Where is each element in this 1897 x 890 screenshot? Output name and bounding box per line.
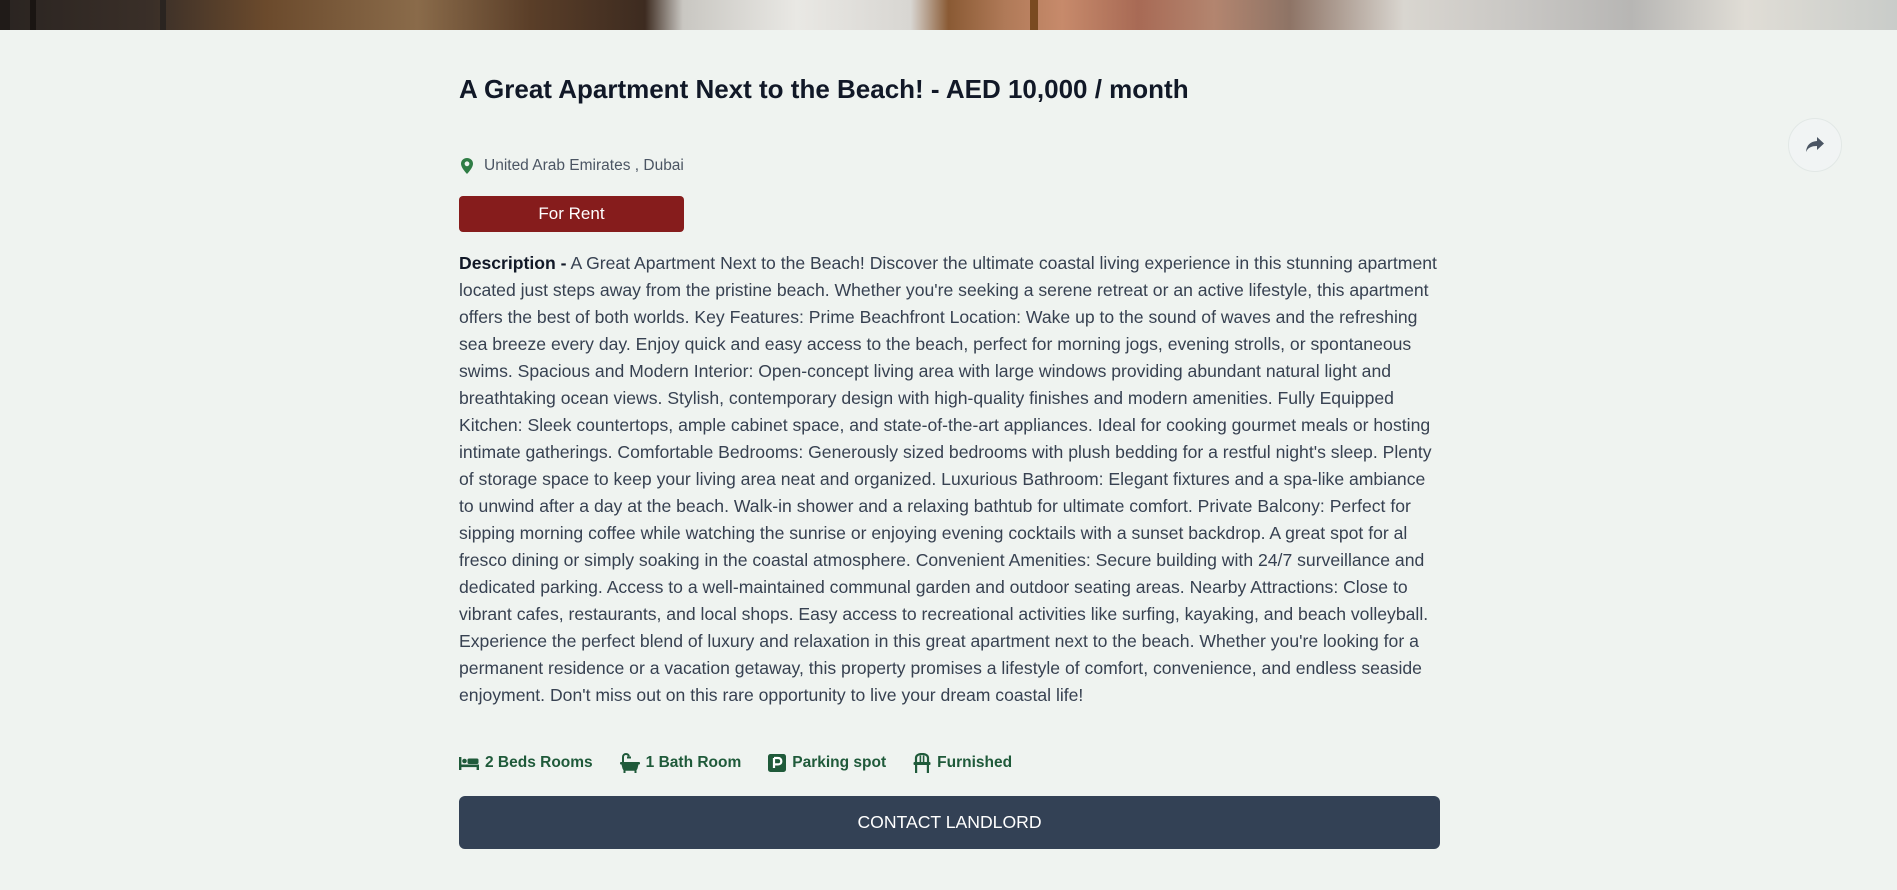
description: Description - A Great Apartment Next to … [459, 250, 1440, 709]
feature-bath: 1 Bath Room [619, 753, 742, 773]
hero-image [0, 0, 1897, 30]
location-text: United Arab Emirates , Dubai [484, 157, 684, 174]
location: United Arab Emirates , Dubai [459, 157, 684, 175]
feature-beds: 2 Beds Rooms [459, 754, 593, 772]
description-text: A Great Apartment Next to the Beach! Dis… [459, 253, 1437, 705]
feature-label: 2 Beds Rooms [485, 754, 593, 771]
description-label: Description - [459, 253, 567, 273]
feature-label: Parking spot [792, 754, 887, 771]
bed-icon [459, 757, 479, 770]
feature-parking: Parking spot [768, 754, 886, 772]
feature-label: Furnished [937, 754, 1013, 771]
status-badge: For Rent [459, 196, 684, 232]
feature-furnished: Furnished [913, 753, 1012, 773]
contact-landlord-button[interactable]: CONTACT LANDLORD [459, 796, 1440, 849]
feature-label: 1 Bath Room [645, 754, 742, 771]
share-icon [1806, 137, 1824, 152]
feature-list: 2 Beds Rooms 1 Bath Room Parking spot Fu… [459, 753, 1039, 773]
chair-icon [913, 753, 931, 773]
map-pin-icon [461, 158, 473, 174]
listing-title: A Great Apartment Next to the Beach! - A… [459, 74, 1189, 104]
bathtub-icon [619, 753, 640, 773]
parking-icon [768, 754, 787, 772]
share-button[interactable] [1788, 118, 1842, 172]
